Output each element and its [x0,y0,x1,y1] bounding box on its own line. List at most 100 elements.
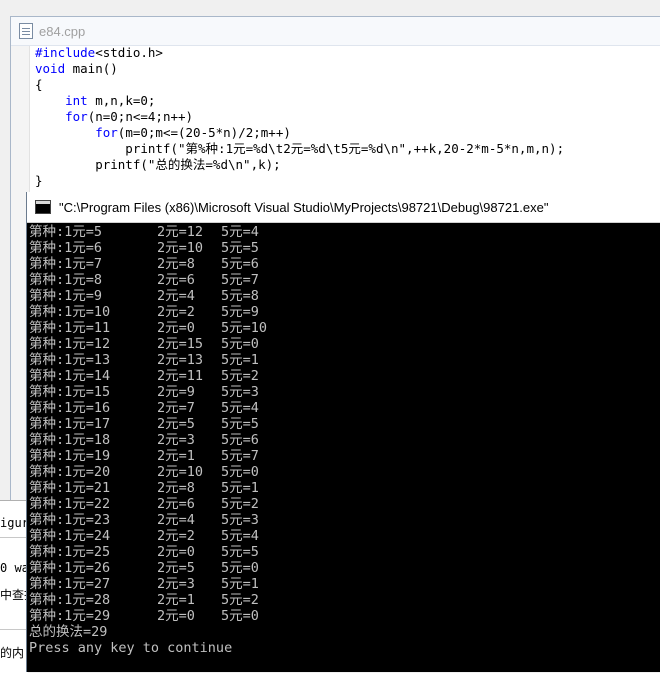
console-cell: 2元=6 [157,272,195,288]
console-cell: 5元=5 [221,240,259,256]
console-cell: 5元=3 [221,512,259,528]
console-cell: 第种:1元=17 [29,416,111,432]
code-text: printf("第%种:1元=%d\t2元=%d\t5元=%d\n",++k,2… [35,141,565,156]
console-line: 第种:1元=12 2元=15 5元=0 [29,336,660,352]
console-title: "C:\Program Files (x86)\Microsoft Visual… [59,199,549,215]
console-line: 第种:1元=22 2元=6 5元=2 [29,496,660,512]
console-cell: 5元=5 [221,416,259,432]
code-text: } [35,173,43,188]
console-cell: 第种:1元=28 [29,592,111,608]
console-cell: 5元=1 [221,480,259,496]
code-line: #include<stdio.h> [35,45,660,61]
console-cell: 第种:1元=16 [29,400,111,416]
console-cell: 第种:1元=12 [29,336,111,352]
console-cell: 2元=1 [157,448,195,464]
console-cell: 5元=9 [221,304,259,320]
source-file-icon [19,23,33,39]
console-cell: 5元=2 [221,496,259,512]
output-text-line: igur [0,516,28,530]
code-line: printf("第%种:1元=%d\t2元=%d\t5元=%d\n",++k,2… [35,141,660,157]
console-cell: 2元=8 [157,480,195,496]
console-cell: 2元=12 [157,224,204,240]
code-line: printf("总的换法=%d\n",k); [35,157,660,173]
console-cell: 2元=4 [157,288,195,304]
console-cell: 2元=2 [157,528,195,544]
output-text-line: 0 wa [0,561,28,575]
code-text: printf("总的换法=%d\n",k); [35,157,281,172]
console-cell: 5元=8 [221,288,259,304]
code-text: { [35,77,43,92]
code-line: } [35,173,660,189]
console-cell: 2元=11 [157,368,204,384]
console-line: 第种:1元=29 2元=0 5元=0 [29,608,660,624]
console-line: 第种:1元=26 2元=5 5元=0 [29,560,660,576]
console-cell: 2元=4 [157,512,195,528]
code-text: (n=0;n<=4;n++) [87,109,194,124]
console-window[interactable]: "C:\Program Files (x86)\Microsoft Visual… [26,192,660,672]
console-cell: 第种:1元=22 [29,496,111,512]
output-pane[interactable]: igur 0 wa 中查找 的内 [0,500,28,673]
console-cell: 5元=0 [221,560,259,576]
console-total-line: 总的换法=29 [29,624,108,640]
console-line: 第种:1元=27 2元=3 5元=1 [29,576,660,592]
console-cell: 5元=7 [221,448,259,464]
console-cell: 5元=0 [221,464,259,480]
console-cell: 2元=1 [157,592,195,608]
code-keyword: #include [35,45,96,60]
console-cell: 5元=4 [221,528,259,544]
editor-title: e84.cpp [39,23,86,39]
console-cell: 第种:1元=19 [29,448,111,464]
console-cell: 2元=0 [157,320,195,336]
console-cell: 2元=10 [157,240,204,256]
console-cell: 2元=0 [157,544,195,560]
console-cell: 第种:1元=6 [29,240,103,256]
code-text: <stdio.h> [95,45,163,60]
console-cell: 第种:1元=11 [29,320,111,336]
console-line: 第种:1元=23 2元=4 5元=3 [29,512,660,528]
console-cell: 2元=5 [157,560,195,576]
console-cell: 5元=4 [221,400,259,416]
console-cell: 第种:1元=10 [29,304,111,320]
console-cell: 5元=0 [221,336,259,352]
code-line: for(m=0;m<=(20-5*n)/2;m++) [35,125,660,141]
console-cell: 5元=2 [221,368,259,384]
code-text: m,n,k=0; [87,93,156,108]
console-cell: 5元=7 [221,272,259,288]
console-line: 第种:1元=17 2元=5 5元=5 [29,416,660,432]
console-cell: 2元=6 [157,496,195,512]
console-cell: 5元=10 [221,320,268,336]
console-cell: 第种:1元=14 [29,368,111,384]
console-cell: 第种:1元=29 [29,608,111,624]
console-cell: 5元=6 [221,432,259,448]
console-line: 第种:1元=21 2元=8 5元=1 [29,480,660,496]
console-cell: 第种:1元=27 [29,576,111,592]
console-output[interactable]: 第种:1元=5 2元=12 5元=4 第种:1元=6 2元=10 5元=5 第种:1元=7 2… [29,224,660,672]
console-line: 第种:1元=20 2元=10 5元=0 [29,464,660,480]
console-cell: 2元=15 [157,336,204,352]
code-line: int m,n,k=0; [35,93,660,109]
console-cell: 5元=3 [221,384,259,400]
console-cell: 5元=1 [221,576,259,592]
console-cell: 2元=0 [157,608,195,624]
console-cell: 第种:1元=18 [29,432,111,448]
output-text-line: 中查找 [0,588,28,602]
console-line: 第种:1元=13 2元=13 5元=1 [29,352,660,368]
console-cell: 2元=3 [157,576,195,592]
console-cell: 2元=9 [157,384,195,400]
code-keyword: void [35,61,66,76]
console-line: 第种:1元=19 2元=1 5元=7 [29,448,660,464]
code-text: (m=0;m<=(20-5*n)/2;m++) [117,125,291,140]
console-line: 第种:1元=24 2元=2 5元=4 [29,528,660,544]
code-line: for(n=0;n<=4;n++) [35,109,660,125]
editor-title-bar[interactable]: e84.cpp [11,17,660,46]
console-cell: 第种:1元=23 [29,512,111,528]
console-cell: 第种:1元=7 [29,256,103,272]
code-keyword: int [65,93,88,108]
console-title-bar[interactable]: "C:\Program Files (x86)\Microsoft Visual… [27,192,660,223]
console-line: 第种:1元=16 2元=7 5元=4 [29,400,660,416]
code-area[interactable]: #include<stdio.h> void main(){ int m,n,k=… [35,45,660,189]
console-cell: 第种:1元=5 [29,224,103,240]
code-line: { [35,77,660,93]
